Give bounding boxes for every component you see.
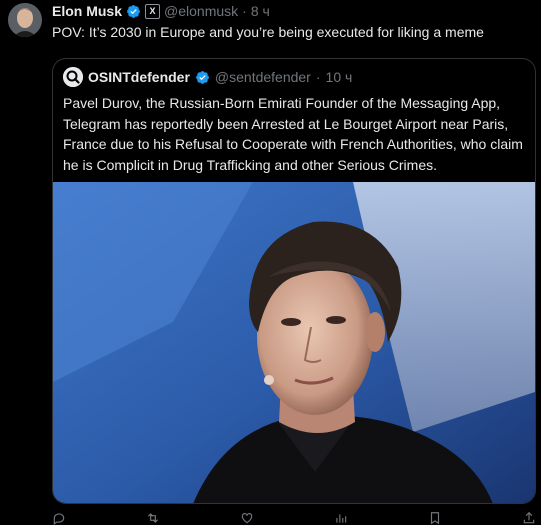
post-header: Elon Musk X @elonmusk · 8 ч: [52, 2, 270, 20]
quoted-author-avatar[interactable]: [63, 67, 83, 87]
verified-badge-icon[interactable]: [195, 70, 210, 85]
portrait-photo: [53, 182, 535, 503]
repost-icon[interactable]: [146, 512, 160, 524]
post-text: POV: It’s 2030 in Europe and you’re bein…: [52, 24, 484, 40]
author-avatar[interactable]: [8, 3, 42, 37]
x-affiliate-badge-icon[interactable]: X: [145, 3, 161, 19]
author-handle[interactable]: @elonmusk: [164, 3, 238, 19]
like-icon[interactable]: [240, 512, 254, 524]
header-separator: ·: [242, 3, 247, 19]
author-name[interactable]: Elon Musk: [52, 3, 122, 19]
quoted-post-text: Pavel Durov, the Russian-Born Emirati Fo…: [63, 95, 523, 173]
quoted-header-separator: ·: [315, 69, 321, 85]
share-icon[interactable]: [522, 511, 536, 524]
quoted-author-name[interactable]: OSINTdefender: [88, 69, 190, 85]
quoted-author-handle[interactable]: @sentdefender: [215, 69, 311, 85]
views-icon[interactable]: [334, 512, 348, 524]
avatar-image: [8, 3, 42, 37]
bookmark-icon[interactable]: [428, 512, 442, 525]
reply-icon[interactable]: [52, 512, 66, 525]
verified-badge-icon[interactable]: [126, 4, 141, 19]
quoted-post[interactable]: OSINTdefender @sentdefender · 10 ч Pavel…: [52, 58, 536, 504]
quoted-post-time[interactable]: 10 ч: [326, 69, 353, 85]
quoted-post-header: OSINTdefender @sentdefender · 10 ч: [63, 67, 352, 87]
quoted-post-image[interactable]: [53, 182, 535, 503]
post-time[interactable]: 8 ч: [251, 3, 270, 19]
action-bar: [52, 511, 536, 525]
